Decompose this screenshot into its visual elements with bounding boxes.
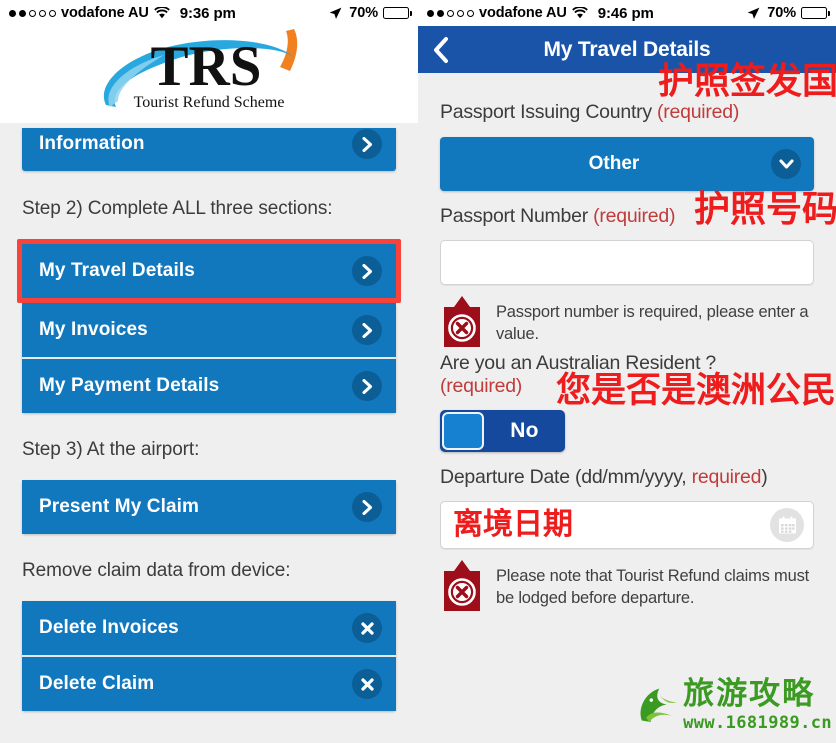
leaf-fish-logo-icon (640, 688, 677, 723)
passport-country-value: Other (588, 153, 640, 174)
carrier-name: vodafone AU (479, 5, 567, 21)
dual-screenshot-container: vodafone AU 9:36 pm 70% TRS Tourist Refu… (0, 0, 836, 743)
passport-number-error-text: Passport number is required, please ente… (496, 303, 809, 343)
clock: 9:36 pm (179, 4, 236, 22)
passport-country-select[interactable]: Other (440, 137, 814, 191)
wifi-icon (571, 7, 588, 19)
wifi-icon (153, 7, 170, 19)
annotation-resident: 您是否是澳洲公民 (555, 371, 836, 411)
departure-note: Please note that Tourist Refund claims m… (440, 557, 814, 614)
present-my-claim-button[interactable]: Present My Claim (22, 480, 396, 534)
close-x-icon (352, 613, 382, 643)
information-button[interactable]: Information (22, 128, 396, 171)
departure-date-label: Departure Date (dd/mm/yyyy, required) (440, 466, 768, 488)
signal-strength-dots (9, 9, 56, 17)
chevron-left-icon (434, 36, 448, 63)
location-arrow-icon (747, 7, 760, 20)
right-status-bar: vodafone AU 9:46 pm 70% (418, 0, 836, 26)
travel-details-highlight: My Travel Details (17, 239, 401, 303)
my-travel-details-button[interactable]: My Travel Details (22, 244, 396, 298)
watermark-title: 旅游攻略 (683, 676, 816, 712)
delete-invoices-label: Delete Invoices (39, 617, 179, 638)
step3-label: Step 3) At the airport: (22, 439, 200, 460)
clock: 9:46 pm (597, 4, 654, 22)
trs-logo-header: TRS Tourist Refund Scheme (0, 26, 418, 123)
svg-text:Tourist Refund Scheme: Tourist Refund Scheme (134, 94, 285, 111)
delete-claim-button[interactable]: Delete Claim (22, 657, 396, 711)
passport-country-label: Passport Issuing Country (required) (440, 101, 740, 123)
chevron-right-icon (352, 256, 382, 286)
my-payment-details-label: My Payment Details (39, 375, 220, 396)
svg-text:TRS: TRS (151, 35, 262, 98)
my-travel-details-label: My Travel Details (39, 260, 195, 281)
present-claim-group: Present My Claim (22, 480, 396, 534)
toggle-knob (442, 412, 484, 450)
step2-label: Step 2) Complete ALL three sections: (22, 198, 333, 219)
signal-strength-dots (427, 9, 474, 17)
left-content: Information Step 2) Complete ALL three s… (0, 128, 418, 743)
delete-invoices-button[interactable]: Delete Invoices (22, 601, 396, 655)
chevron-right-icon (352, 129, 382, 159)
chevron-down-icon (771, 149, 801, 179)
delete-buttons-group: Delete Invoices Delete Claim (22, 601, 396, 711)
calendar-icon[interactable] (770, 508, 804, 542)
battery-percent: 70% (349, 5, 378, 21)
resident-toggle-value: No (510, 419, 539, 442)
chevron-right-icon (352, 371, 382, 401)
remove-claim-label: Remove claim data from device: (22, 560, 291, 581)
left-phone-screen: vodafone AU 9:36 pm 70% TRS Tourist Refu… (0, 0, 418, 743)
back-button[interactable] (432, 36, 450, 64)
annotation-passport-country: 护照签发国 (657, 61, 836, 102)
page-title: My Travel Details (543, 37, 711, 61)
my-invoices-label: My Invoices (39, 319, 148, 340)
battery-icon (801, 7, 830, 19)
error-badge-icon (440, 557, 484, 614)
resident-toggle[interactable]: No (440, 410, 565, 452)
trs-logo-graphic: TRS Tourist Refund Scheme (103, 28, 298, 111)
departure-date-value: 离境日期 (453, 507, 573, 542)
watermark: 旅游攻略 www.1681989.cn (636, 673, 832, 739)
location-arrow-icon (329, 7, 342, 20)
battery-icon (383, 7, 412, 19)
information-button-label: Information (39, 133, 145, 154)
watermark-text-group: 旅游攻略 www.1681989.cn (683, 676, 832, 734)
error-badge-icon (440, 293, 484, 350)
passport-number-error: Passport number is required, please ente… (440, 293, 814, 350)
watermark-url: www.1681989.cn (683, 713, 832, 733)
my-payment-details-button[interactable]: My Payment Details (22, 359, 396, 413)
close-x-icon (352, 669, 382, 699)
my-invoices-button[interactable]: My Invoices (22, 303, 396, 357)
present-my-claim-label: Present My Claim (39, 496, 199, 517)
left-status-bar: vodafone AU 9:36 pm 70% (0, 0, 418, 26)
departure-note-text: Please note that Tourist Refund claims m… (496, 567, 810, 607)
chevron-right-icon (352, 492, 382, 522)
carrier-name: vodafone AU (61, 5, 149, 21)
delete-claim-label: Delete Claim (39, 673, 155, 694)
annotation-passport-number: 护照号码 (693, 189, 836, 230)
trs-logo: TRS Tourist Refund Scheme (94, 27, 324, 119)
section-buttons-group: My Invoices My Payment Details (22, 303, 396, 413)
chevron-right-icon (352, 315, 382, 345)
departure-date-input[interactable]: 离境日期 (440, 501, 814, 549)
passport-number-input[interactable] (440, 240, 814, 285)
battery-percent: 70% (767, 5, 796, 21)
right-phone-screen: vodafone AU 9:46 pm 70% My Travel Detail… (418, 0, 836, 743)
